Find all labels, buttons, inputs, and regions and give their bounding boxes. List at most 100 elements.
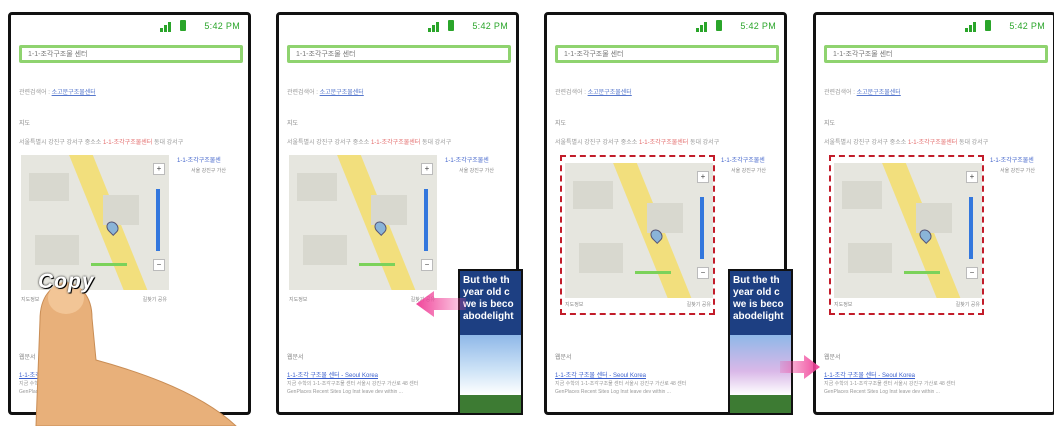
web-section-title: 웹문서 xyxy=(287,355,304,361)
signal-icon xyxy=(696,22,707,32)
zoom-in-button[interactable]: + xyxy=(153,163,165,175)
related-searches: 관련검색어 : 소고문구조물센터 xyxy=(824,87,901,96)
map-block xyxy=(371,195,407,225)
related-link[interactable]: 소고문구조물센터 xyxy=(320,90,364,96)
pin-address: 서울 강진구 가산 xyxy=(191,168,226,174)
status-bar: 5:42 PM xyxy=(279,15,516,37)
result-snippet-2: GenPlaces Recent Sites Log Inst leave de… xyxy=(19,389,135,395)
pin-link[interactable]: 1-1-조각구조물센 xyxy=(177,155,221,164)
signal-icon xyxy=(160,22,171,32)
battery-icon xyxy=(716,20,722,31)
result-snippet: 지금 수학의 1-1-조각구조물 센터 서울시 강진구 가산로 48 센터 xyxy=(19,381,151,387)
result-link[interactable]: 1-1-조각 구조물 센터 - Seoul Korea xyxy=(287,370,378,379)
search-query: 1-1-조각구조물 센터 xyxy=(564,51,624,58)
signal-icon xyxy=(965,22,976,32)
desc-prefix: 서울특별시 강진구 강서구 중소소 xyxy=(555,140,638,146)
clipboard-text: But the th year old c we is beco abodeli… xyxy=(730,271,791,335)
selected-map-region xyxy=(560,155,715,315)
desc-prefix: 서울특별시 강진구 강서구 중소소 xyxy=(287,140,370,146)
zoom-slider[interactable] xyxy=(156,189,160,251)
status-time: 5:42 PM xyxy=(204,21,240,31)
zoom-in-button[interactable]: + xyxy=(421,163,433,175)
map-zoom-control[interactable]: + − xyxy=(153,163,165,283)
result-snippet-2: GenPlaces Recent Sites Log Inst leave de… xyxy=(287,389,403,395)
result-link[interactable]: 1-1-조각 구조물 센터 - Seoul Korea xyxy=(19,370,110,379)
clipboard-image-grass xyxy=(730,395,791,413)
desc-prefix: 서울특별시 강진구 강서구 중소소 xyxy=(824,140,907,146)
zoom-out-button[interactable]: − xyxy=(153,259,165,271)
search-input[interactable]: 1-1-조각구조물 센터 xyxy=(824,45,1048,63)
selected-map-region xyxy=(829,155,984,315)
pin-link[interactable]: 1-1-조각구조물센 xyxy=(445,155,489,164)
search-query: 1-1-조각구조물 센터 xyxy=(833,51,893,58)
related-searches: 관련검색어 : 소고문구조물센터 xyxy=(19,87,96,96)
map-view[interactable]: + − xyxy=(289,155,437,290)
map-block xyxy=(29,173,69,201)
battery-icon xyxy=(985,20,991,31)
related-label: 관련검색어 : xyxy=(19,90,50,96)
related-label: 관련검색어 : xyxy=(555,90,586,96)
search-input[interactable]: 1-1-조각구조물 센터 xyxy=(555,45,779,63)
zoom-out-button[interactable]: − xyxy=(421,259,433,271)
pin-link[interactable]: 1-1-조각구조물센 xyxy=(990,155,1034,164)
map-block xyxy=(103,195,139,225)
pin-link[interactable]: 1-1-조각구조물센 xyxy=(721,155,765,164)
related-searches: 관련검색어 : 소고문구조물센터 xyxy=(555,87,632,96)
result-snippet: 지금 수학의 1-1-조각구조물 센터 서울시 강진구 가산로 48 센터 xyxy=(555,381,687,387)
clipboard-image-grass xyxy=(460,395,521,413)
desc-highlight: 1-1-조각구조물센터 xyxy=(638,140,689,146)
related-label: 관련검색어 : xyxy=(287,90,318,96)
related-link[interactable]: 소고문구조물센터 xyxy=(52,90,96,96)
phone-screen-4: 5:42 PM 1-1-조각구조물 센터 관련검색어 : 소고문구조물센터 지도… xyxy=(813,12,1054,415)
clipboard-preview[interactable]: But the th year old c we is beco abodeli… xyxy=(458,269,523,415)
phone-screen-1: 5:42 PM 1-1-조각구조물 센터 관련검색어 : 소고문구조물센터 지도… xyxy=(8,12,251,415)
battery-icon xyxy=(448,20,454,31)
map-block xyxy=(297,173,337,201)
battery-icon xyxy=(180,20,186,31)
result-snippet-2: GenPlaces Recent Sites Log Inst leave de… xyxy=(555,389,671,395)
result-snippet-2: GenPlaces Recent Sites Log Inst leave de… xyxy=(824,389,940,395)
web-section-title: 웹문서 xyxy=(824,355,841,361)
search-input[interactable]: 1-1-조각구조물 센터 xyxy=(287,45,511,63)
desc-highlight: 1-1-조각구조물센터 xyxy=(102,140,153,146)
search-input[interactable]: 1-1-조각구조물 센터 xyxy=(19,45,243,63)
related-link[interactable]: 소고문구조물센터 xyxy=(857,90,901,96)
desc-prefix: 서울특별시 강진구 강서구 중소소 xyxy=(19,140,102,146)
map-section-title: 지도 xyxy=(287,121,299,127)
web-section-title: 웹문서 xyxy=(19,355,36,361)
map-footer-left[interactable]: 지도정보 xyxy=(289,297,307,303)
map-footer-right[interactable]: 길찾기 공유 xyxy=(143,296,167,303)
clipboard-image-sky xyxy=(460,335,521,395)
desc-highlight: 1-1-조각구조물센터 xyxy=(907,140,958,146)
map-description: 서울특별시 강진구 강서구 중소소 1-1-조각구조물센터 동대 강서구 xyxy=(555,137,719,146)
status-bar: 5:42 PM xyxy=(547,15,784,37)
map-section-title: 지도 xyxy=(824,121,836,127)
result-link[interactable]: 1-1-조각 구조물 센터 - Seoul Korea xyxy=(555,370,646,379)
map-section-title: 지도 xyxy=(555,121,567,127)
desc-suffix: 동대 강서구 xyxy=(958,140,989,146)
map-zoom-control[interactable]: + − xyxy=(421,163,433,283)
copy-gesture-label: Copy xyxy=(38,270,95,293)
map-footer: 지도정보 길찾기 공유 xyxy=(21,296,169,310)
result-link[interactable]: 1-1-조각 구조물 센터 - Seoul Korea xyxy=(824,370,915,379)
clipboard-preview[interactable]: But the th year old c we is beco abodeli… xyxy=(728,269,793,415)
pin-address: 서울 강진구 가산 xyxy=(1000,168,1035,174)
search-query: 1-1-조각구조물 센터 xyxy=(296,51,356,58)
map-description: 서울특별시 강진구 강서구 중소소 1-1-조각구조물센터 동대 강서구 xyxy=(19,137,183,146)
desc-suffix: 동대 강서구 xyxy=(153,140,184,146)
map-block xyxy=(303,235,347,265)
map-footer-left[interactable]: 지도정보 xyxy=(21,297,39,303)
map-footer: 지도정보길찾기 공유 xyxy=(289,296,437,310)
related-label: 관련검색어 : xyxy=(824,90,855,96)
related-searches: 관련검색어 : 소고문구조물센터 xyxy=(287,87,364,96)
zoom-slider[interactable] xyxy=(424,189,428,251)
desc-highlight: 1-1-조각구조물센터 xyxy=(370,140,421,146)
web-section-title: 웹문서 xyxy=(555,355,572,361)
desc-suffix: 동대 강서구 xyxy=(421,140,452,146)
map-section-title: 지도 xyxy=(19,121,31,127)
map-description: 서울특별시 강진구 강서구 중소소 1-1-조각구조물센터 동대 강서구 xyxy=(824,137,988,146)
status-time: 5:42 PM xyxy=(740,21,776,31)
swipe-right-arrow-icon xyxy=(780,355,820,379)
pin-address: 서울 강진구 가산 xyxy=(459,168,494,174)
related-link[interactable]: 소고문구조물센터 xyxy=(588,90,632,96)
